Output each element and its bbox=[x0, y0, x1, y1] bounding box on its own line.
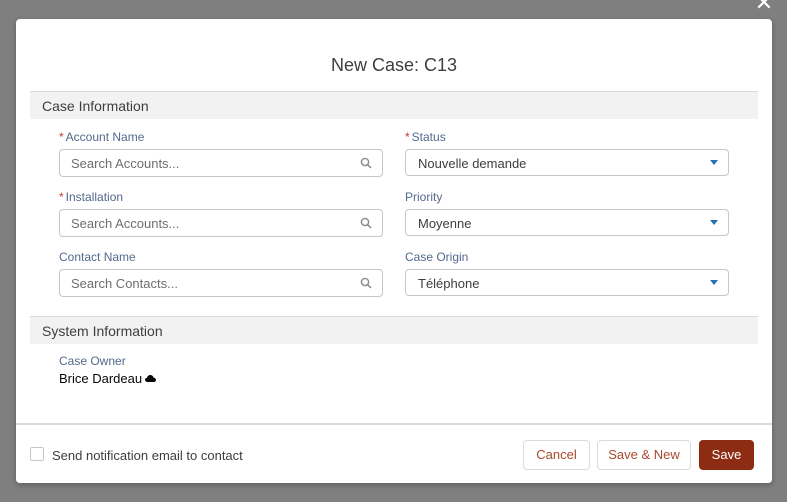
modal-footer: Send notification email to contact Cance… bbox=[16, 423, 772, 483]
required-mark: * bbox=[59, 190, 64, 204]
case-owner-label: Case Owner bbox=[59, 354, 126, 368]
search-icon bbox=[360, 217, 372, 229]
search-icon bbox=[360, 157, 372, 169]
chevron-down-icon bbox=[710, 220, 718, 225]
save-button[interactable]: Save bbox=[699, 440, 754, 470]
status-select[interactable]: Nouvelle demande bbox=[405, 149, 729, 176]
cancel-button[interactable]: Cancel bbox=[523, 440, 590, 470]
installation-field[interactable] bbox=[59, 209, 383, 237]
status-label: * Status bbox=[405, 130, 446, 144]
required-mark: * bbox=[59, 130, 64, 144]
case-origin-value: Téléphone bbox=[418, 276, 480, 291]
cloud-icon bbox=[145, 375, 157, 382]
priority-select[interactable]: Moyenne bbox=[405, 209, 729, 236]
notify-checkbox-label[interactable]: Send notification email to contact bbox=[52, 448, 243, 463]
contact-name-field[interactable] bbox=[59, 269, 383, 297]
installation-input[interactable] bbox=[60, 210, 361, 236]
status-value: Nouvelle demande bbox=[418, 156, 527, 171]
account-name-label: * Account Name bbox=[59, 130, 145, 144]
installation-label: * Installation bbox=[59, 190, 124, 204]
section-header-system-information: System Information bbox=[30, 316, 758, 344]
new-case-modal: New Case: C13 Case Information * Account … bbox=[16, 19, 772, 483]
section-header-case-information: Case Information bbox=[30, 91, 758, 119]
modal-title: New Case: C13 bbox=[330, 55, 458, 75]
search-icon bbox=[360, 277, 372, 289]
chevron-down-icon bbox=[710, 280, 718, 285]
modal-header: New Case: C13 bbox=[16, 19, 772, 89]
case-owner-name[interactable]: Brice Dardeau bbox=[59, 371, 142, 386]
contact-name-input[interactable] bbox=[60, 270, 361, 296]
section-title: Case Information bbox=[42, 98, 149, 114]
notify-checkbox[interactable] bbox=[30, 447, 44, 461]
priority-value: Moyenne bbox=[418, 216, 472, 231]
case-origin-select[interactable]: Téléphone bbox=[405, 269, 729, 296]
case-origin-label: Case Origin bbox=[405, 250, 469, 264]
save-and-new-button[interactable]: Save & New bbox=[597, 440, 691, 470]
chevron-down-icon bbox=[710, 160, 718, 165]
close-icon[interactable]: ✕ bbox=[753, 0, 775, 14]
contact-name-label: Contact Name bbox=[59, 250, 136, 264]
account-name-field[interactable] bbox=[59, 149, 383, 177]
account-name-input[interactable] bbox=[60, 150, 361, 176]
section-title: System Information bbox=[42, 323, 163, 339]
case-owner-value[interactable]: Brice Dardeau bbox=[59, 371, 157, 386]
priority-label: Priority bbox=[405, 190, 443, 204]
required-mark: * bbox=[405, 130, 410, 144]
